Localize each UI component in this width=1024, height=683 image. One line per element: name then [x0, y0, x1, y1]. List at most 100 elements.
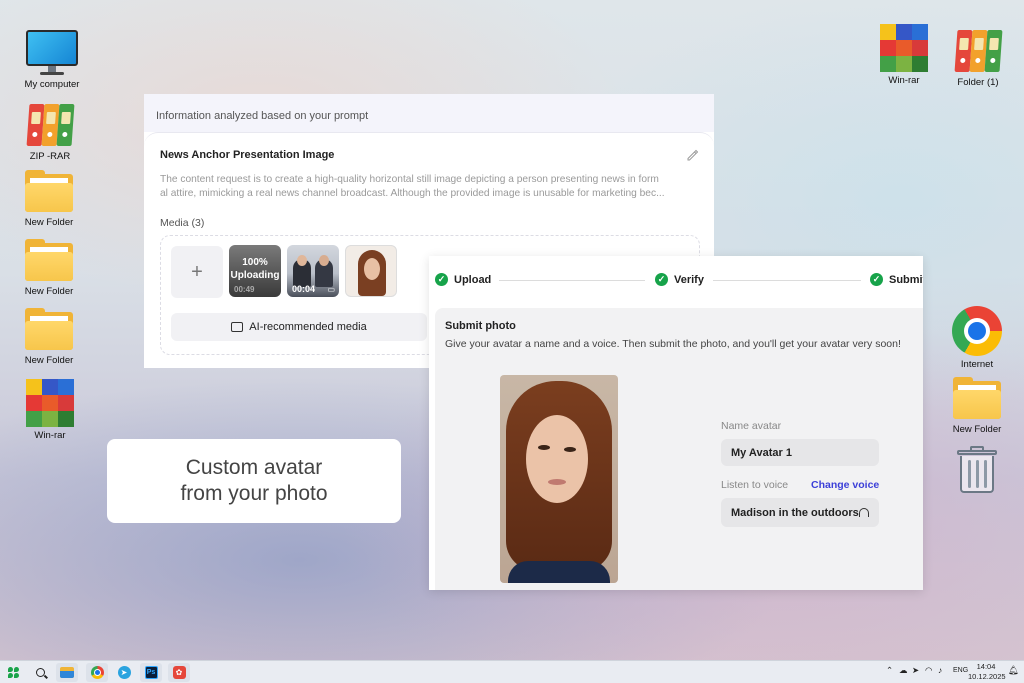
windows-icon — [8, 666, 20, 679]
clock[interactable]: 14:04 10.12.2025 — [968, 662, 1006, 682]
language-indicator[interactable]: ENG — [953, 667, 968, 674]
desktop-icon-recycle-bin[interactable] — [939, 446, 1015, 494]
folder-icon — [953, 377, 1001, 421]
name-avatar-label: Name avatar — [721, 420, 782, 432]
desktop-icon-label: ZIP -RAR — [29, 151, 71, 162]
bell-icon[interactable]: 🔔︎ — [1008, 665, 1019, 676]
taskbar-telegram[interactable]: ➤ — [113, 663, 135, 682]
step-label: Verify — [674, 273, 704, 286]
winrar-icon — [26, 377, 74, 427]
step-label: Submit — [889, 273, 923, 286]
chrome-icon — [952, 306, 1002, 356]
monitor-icon — [26, 30, 78, 76]
desktop-icon-zip-rar[interactable]: ZIP -RAR — [12, 100, 88, 162]
desktop-icon-label: New Folder — [24, 355, 74, 366]
headphones-icon[interactable] — [859, 508, 869, 517]
desktop-icon-win-rar[interactable]: Win-rar — [866, 22, 942, 86]
change-voice-link[interactable]: Change voice — [811, 479, 879, 491]
taskbar-file-explorer[interactable] — [56, 663, 78, 682]
desktop-icon-win-rar[interactable]: Win-rar — [12, 377, 88, 441]
desktop-icon-new-folder[interactable]: New Folder — [11, 239, 87, 297]
taskbar-photoshop[interactable]: Ps — [140, 663, 162, 682]
step-connector — [713, 280, 861, 281]
search-button[interactable] — [29, 663, 51, 682]
desktop-icon-label: Win-rar — [34, 430, 66, 441]
stepper: ✓ Upload ✓ Verify ✓ Submit — [429, 256, 923, 306]
analysis-title: News Anchor Presentation Image — [160, 149, 335, 161]
winrar-icon — [880, 22, 928, 72]
binders-icon — [953, 26, 1003, 74]
folder-icon — [25, 170, 73, 214]
search-icon — [35, 668, 45, 677]
desktop-icon-new-folder[interactable]: New Folder — [939, 377, 1015, 435]
step-verify: ✓ Verify — [655, 273, 704, 286]
pencil-icon[interactable] — [686, 149, 698, 161]
avatar-photo — [500, 375, 618, 583]
avatar-name-input[interactable]: My Avatar 1 — [721, 439, 879, 466]
file-explorer-icon — [60, 667, 74, 678]
desktop-icon-label: Win-rar — [888, 75, 920, 86]
binders-icon — [25, 100, 75, 148]
clock-time: 14:04 — [976, 662, 996, 671]
wifi-icon[interactable]: ◠ — [925, 665, 932, 676]
chevron-up-icon[interactable]: ⌃ — [886, 665, 893, 676]
avatar-upload-panel: ✓ Upload ✓ Verify ✓ Submit Submit photo … — [429, 256, 923, 590]
submit-title: Submit photo — [445, 320, 516, 332]
step-upload: ✓ Upload — [435, 273, 491, 286]
desktop-icon-new-folder[interactable]: New Folder — [11, 308, 87, 366]
desktop-icon-label: My computer — [24, 79, 80, 90]
media-thumbnail[interactable]: 00:04 ▭ — [287, 245, 339, 297]
taskbar: ➤ Ps ✿ ⌃ ☁ ➤ ◠ ♪ ENG 14:04 10.12.2025 🔔︎ — [0, 660, 1024, 683]
upload-status: Uploading — [230, 270, 280, 281]
desktop-icon-label: New Folder — [24, 217, 74, 228]
analysis-description: The content request is to create a high-… — [160, 173, 698, 201]
taskbar-app[interactable]: ✿ — [168, 663, 190, 682]
desktop-icon-label: New Folder — [24, 286, 74, 297]
check-icon: ✓ — [870, 273, 883, 286]
ai-button-label: AI-recommended media — [249, 321, 367, 333]
description-line: al attire, mimicking a real news channel… — [160, 188, 665, 199]
chrome-icon — [90, 666, 104, 679]
media-thumbnail[interactable]: 100% Uploading 00:49 — [229, 245, 281, 297]
submit-photo-card: Submit photo Give your avatar a name and… — [435, 308, 923, 590]
desktop-icon-new-folder[interactable]: New Folder — [11, 170, 87, 228]
folder-icon — [25, 239, 73, 283]
submit-description: Give your avatar a name and a voice. The… — [445, 338, 901, 350]
feature-callout: Custom avatar from your photo — [107, 439, 401, 523]
desktop-icon-my-computer[interactable]: My computer — [14, 30, 90, 90]
telegram-tray-icon[interactable]: ➤ — [912, 665, 919, 676]
description-line: The content request is to create a high-… — [160, 174, 659, 185]
callout-line: from your photo — [180, 482, 328, 505]
media-thumbnail[interactable] — [345, 245, 397, 297]
check-icon: ✓ — [435, 273, 448, 286]
voice-value: Madison in the outdoors — [731, 506, 859, 519]
media-duration: 00:49 — [234, 285, 255, 294]
add-media-button[interactable]: + — [171, 246, 223, 298]
step-submit: ✓ Submit — [870, 273, 923, 286]
start-button[interactable] — [3, 663, 25, 682]
desktop-icon-label: Folder (1) — [957, 77, 999, 88]
panel-header: Information analyzed based on your promp… — [144, 94, 714, 132]
captions-icon: ▭ — [327, 285, 335, 294]
check-icon: ✓ — [655, 273, 668, 286]
cloud-icon[interactable]: ☁ — [899, 665, 908, 676]
taskbar-chrome[interactable] — [86, 663, 108, 682]
plus-icon: + — [191, 260, 203, 283]
app-icon: ✿ — [172, 666, 186, 679]
volume-icon[interactable]: ♪ — [938, 665, 942, 675]
upload-percent: 100% — [242, 257, 268, 268]
listen-voice-label: Listen to voice — [721, 479, 789, 491]
trash-icon — [957, 446, 997, 494]
callout-line: Custom avatar — [185, 456, 323, 479]
desktop-icon-label: Internet — [960, 359, 994, 370]
desktop-icon-internet[interactable]: Internet — [939, 306, 1015, 370]
step-connector — [499, 280, 645, 281]
voice-select[interactable]: Madison in the outdoors — [721, 498, 879, 527]
desktop-icon-folder-1[interactable]: Folder (1) — [940, 26, 1016, 88]
folder-icon — [25, 308, 73, 352]
media-duration: 00:04 — [292, 284, 316, 294]
clock-date: 10.12.2025 — [968, 672, 1006, 681]
ai-recommended-media-button[interactable]: AI-recommended media — [171, 313, 427, 341]
image-icon — [231, 322, 244, 332]
desktop-icon-label: New Folder — [952, 424, 1002, 435]
